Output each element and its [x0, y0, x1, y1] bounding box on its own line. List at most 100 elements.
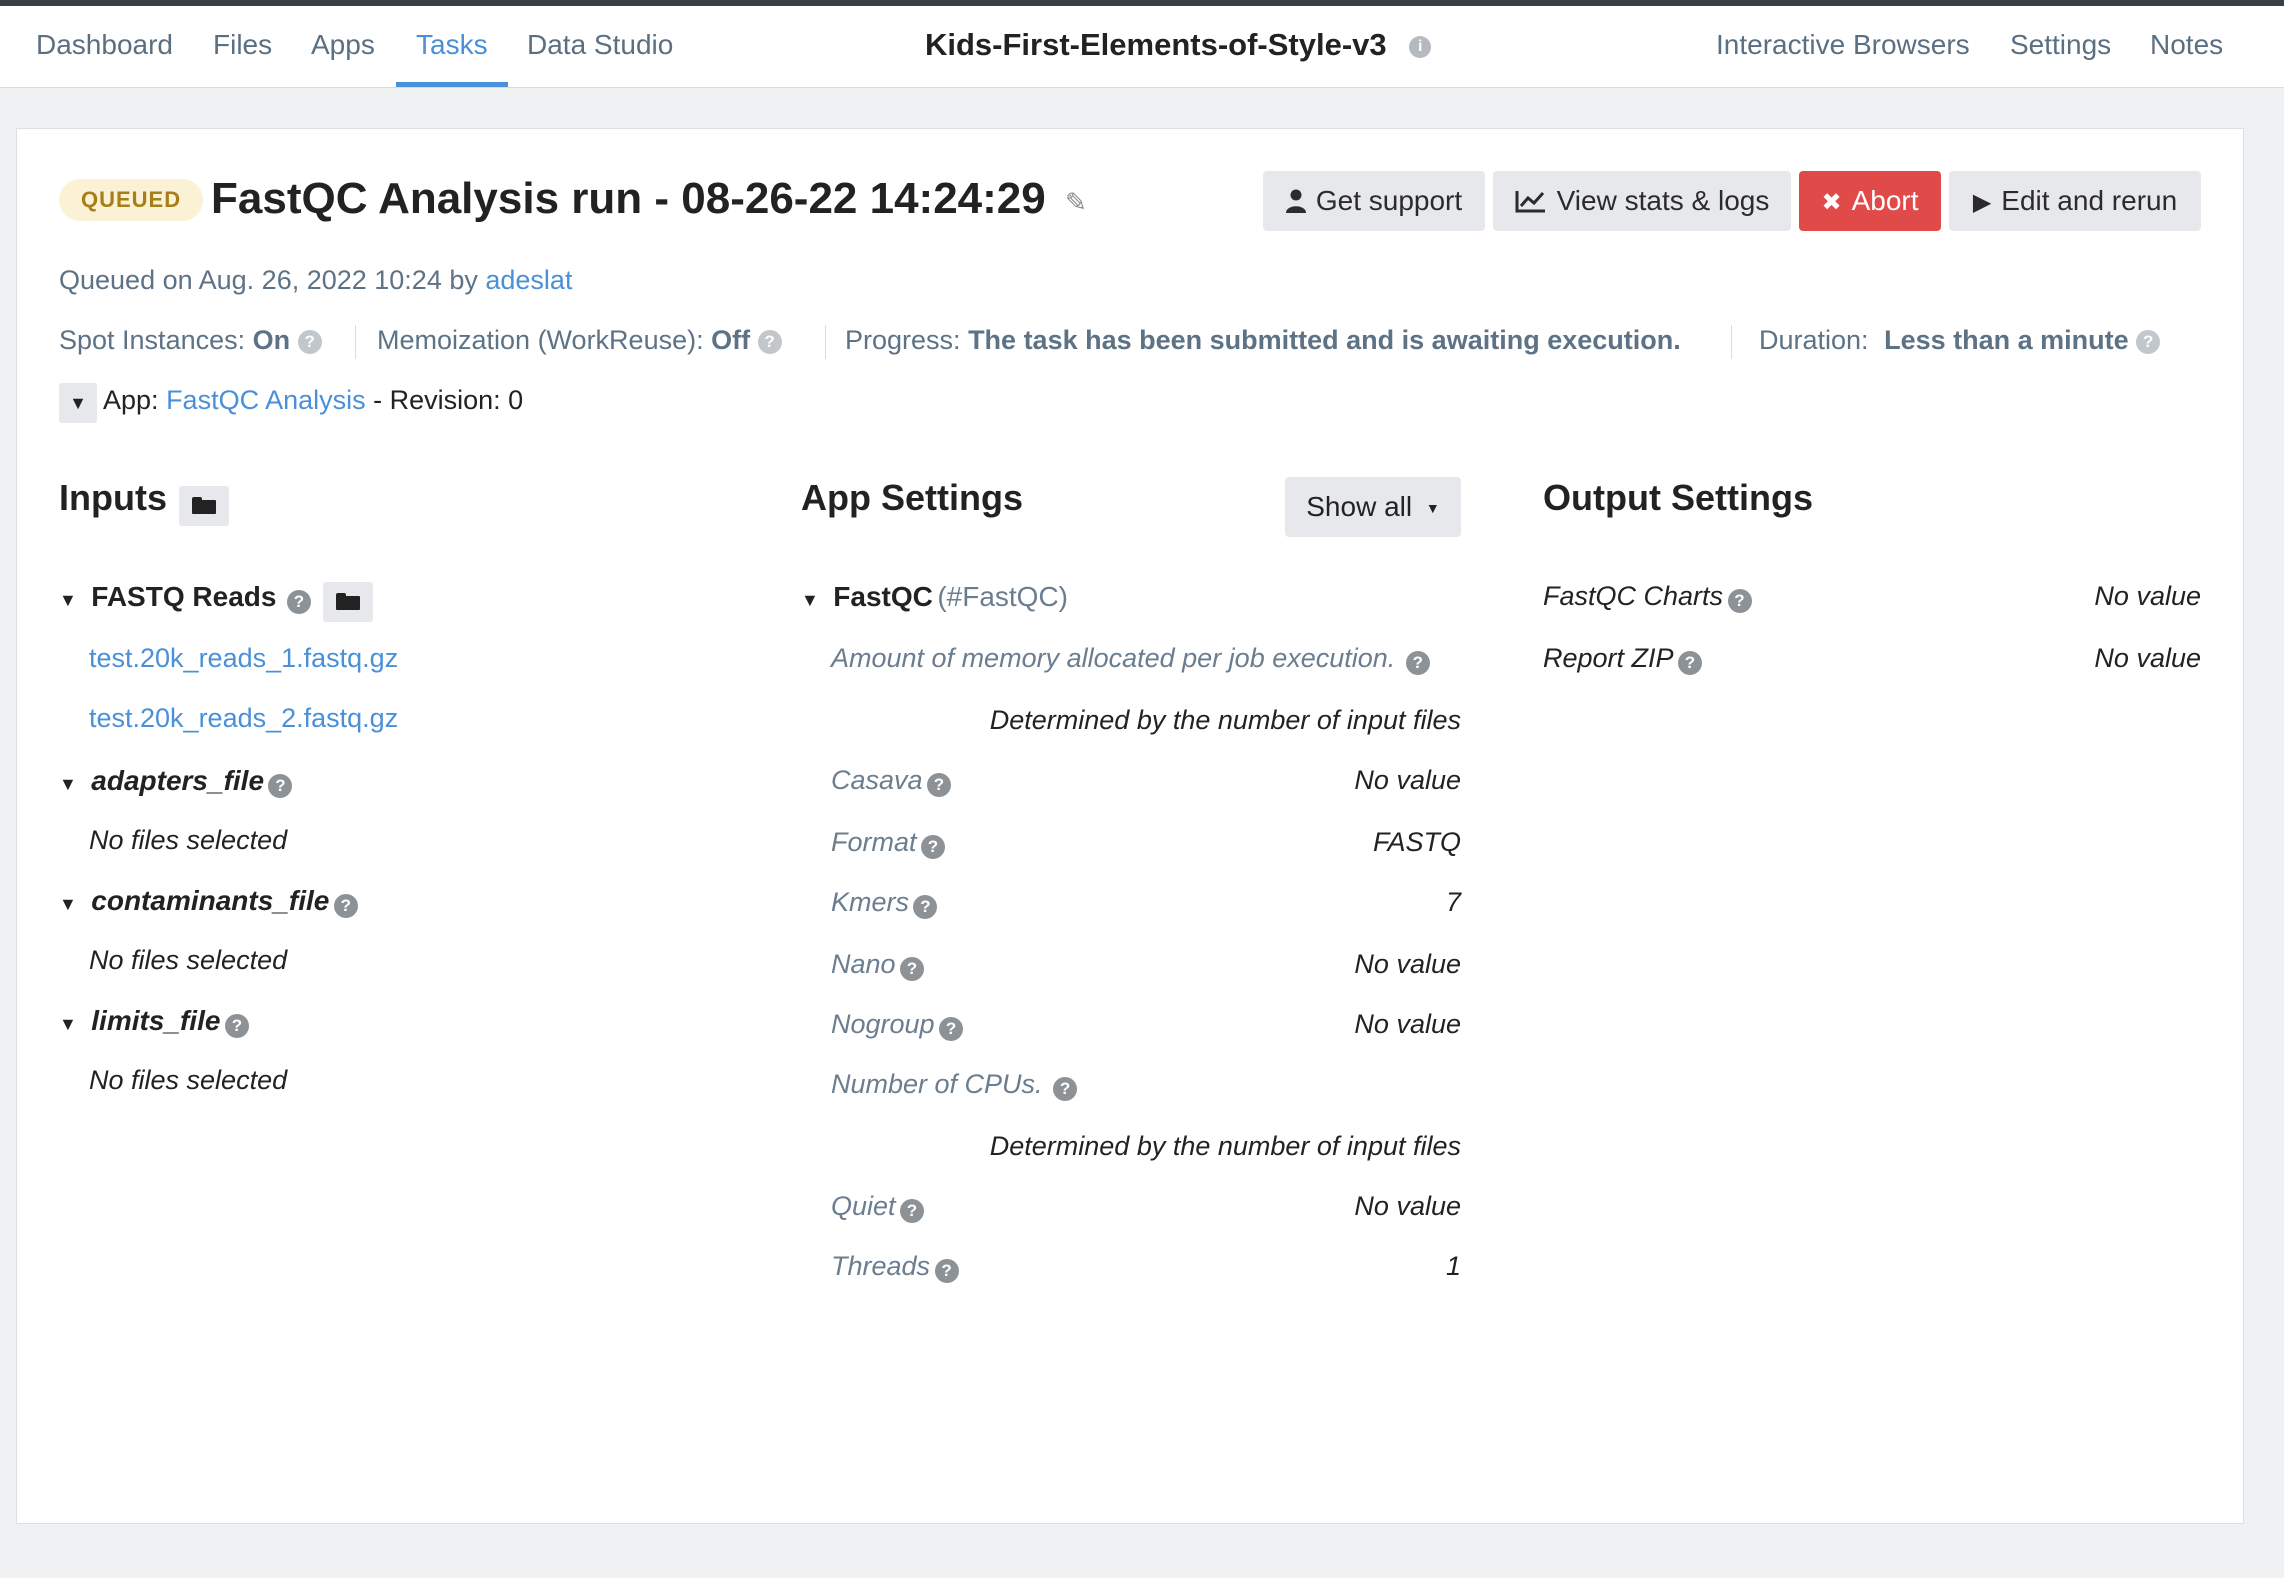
app-details-toggle[interactable]: ▼: [59, 383, 97, 423]
caret-down-icon[interactable]: ▼: [801, 590, 819, 611]
memo-help-icon[interactable]: ?: [757, 329, 782, 354]
setting-value: No value: [1354, 1191, 1461, 1221]
setting-row-quiet: Quiet ?: [831, 1191, 924, 1223]
edit-title-pencil-icon[interactable]: ✎: [1065, 187, 1087, 218]
app-settings-heading: App Settings: [801, 477, 1023, 518]
setting-row-format: Format ?: [831, 827, 945, 859]
threads-help-icon[interactable]: ?: [934, 1258, 959, 1283]
fastq-folder-button[interactable]: [323, 581, 374, 622]
duration-label: Duration:: [1759, 325, 1869, 355]
spot-value: On: [252, 325, 291, 355]
fastqc-charts-help-icon[interactable]: ?: [1727, 588, 1752, 613]
show-all-label: Show all: [1306, 491, 1413, 522]
close-icon: ✖: [1821, 189, 1842, 216]
caret-down-icon[interactable]: ▼: [59, 590, 77, 611]
status-badge: QUEUED: [59, 179, 204, 221]
fastq-reads-label: FASTQ Reads: [91, 581, 277, 612]
setting-label: Format: [831, 827, 917, 857]
memory-help-icon[interactable]: ?: [1405, 650, 1430, 675]
nav-data-studio[interactable]: Data Studio: [527, 6, 673, 88]
setting-value: No value: [1354, 949, 1461, 979]
folder-open-icon: [336, 593, 361, 611]
setting-row-casava: Casava ?: [831, 765, 951, 797]
setting-row-kmers: Kmers ?: [831, 887, 938, 919]
tool-name: FastQC: [833, 581, 933, 612]
input-file-link[interactable]: test.20k_reads_1.fastq.gz: [89, 643, 398, 674]
casava-help-icon[interactable]: ?: [927, 772, 951, 797]
setting-label: Threads: [831, 1251, 931, 1281]
output-settings-heading: Output Settings: [1543, 477, 1813, 518]
contaminants-empty-note: No files selected: [89, 945, 288, 975]
project-title-block: Kids-First-Elements-of-Style-v3 i: [925, 6, 1432, 88]
show-all-dropdown[interactable]: Show all ▼: [1285, 477, 1461, 537]
get-support-label: Get support: [1315, 185, 1463, 216]
tool-header: ▼ FastQC (#FastQC): [801, 581, 1068, 613]
spot-help-icon[interactable]: ?: [297, 329, 322, 354]
report-zip-help-icon[interactable]: ?: [1678, 650, 1702, 675]
nogroup-help-icon[interactable]: ?: [939, 1016, 964, 1041]
limits-empty-note: No files selected: [89, 1065, 288, 1095]
setting-row-nogroup: Nogroup ?: [831, 1009, 964, 1041]
app-info: App: FastQC Analysis - Revision: 0: [103, 385, 523, 416]
duration-value: Less than a minute: [1884, 325, 2129, 355]
memo-label: Memoization (WorkReuse):: [377, 325, 704, 355]
setting-row-threads: Threads ?: [831, 1251, 959, 1283]
caret-down-icon[interactable]: ▼: [59, 1014, 77, 1035]
spot-instances-info: Spot Instances: On ?: [59, 325, 322, 356]
nav-apps[interactable]: Apps: [311, 6, 375, 88]
duration-info: Duration: Less than a minute ?: [1759, 325, 2161, 356]
adapters-file-header: ▼ adapters_file ?: [59, 765, 293, 798]
get-support-button[interactable]: Get support: [1263, 171, 1485, 231]
fastq-help-icon[interactable]: ?: [286, 589, 311, 614]
duration-help-icon[interactable]: ?: [2136, 329, 2161, 354]
memory-value: Determined by the number of input files: [989, 705, 1461, 735]
memory-setting: Amount of memory allocated per job execu…: [831, 643, 1430, 675]
cpus-value: Determined by the number of input files: [989, 1131, 1461, 1161]
format-help-icon[interactable]: ?: [920, 834, 945, 859]
cpus-help-icon[interactable]: ?: [1053, 1076, 1078, 1101]
inputs-heading-block: Inputs: [59, 477, 230, 526]
nav-interactive-browsers[interactable]: Interactive Browsers: [1716, 6, 1970, 88]
limits-file-header: ▼ limits_file ?: [59, 1005, 249, 1038]
kmers-help-icon[interactable]: ?: [913, 894, 938, 919]
abort-button[interactable]: ✖ Abort: [1799, 171, 1941, 231]
app-revision: - Revision: 0: [373, 385, 524, 415]
caret-down-icon[interactable]: ▼: [59, 894, 77, 915]
app-name-link[interactable]: FastQC Analysis: [166, 385, 366, 415]
project-title: Kids-First-Elements-of-Style-v3: [925, 27, 1387, 62]
nav-dashboard[interactable]: Dashboard: [36, 6, 173, 88]
output-value: No value: [2094, 643, 2201, 673]
progress-value: The task has been submitted and is await…: [968, 325, 1681, 355]
meta-divider: [825, 325, 826, 359]
project-info-icon[interactable]: i: [1409, 35, 1432, 58]
fastq-reads-header: ▼ FASTQ Reads ?: [59, 581, 374, 622]
view-stats-logs-button[interactable]: View stats & logs: [1493, 171, 1791, 231]
input-file-link[interactable]: test.20k_reads_2.fastq.gz: [89, 703, 398, 734]
contaminants-file-label: contaminants_file: [91, 885, 330, 916]
nano-help-icon[interactable]: ?: [900, 956, 924, 981]
caret-down-icon[interactable]: ▼: [59, 774, 77, 795]
limits-help-icon[interactable]: ?: [224, 1013, 249, 1038]
adapters-help-icon[interactable]: ?: [268, 773, 293, 798]
nav-settings[interactable]: Settings: [2010, 6, 2111, 88]
limits-file-label: limits_file: [91, 1005, 221, 1036]
task-title: FastQC Analysis run - 08-26-22 14:24:29: [211, 174, 1046, 223]
tool-id: (#FastQC): [937, 581, 1068, 612]
meta-divider: [355, 325, 356, 359]
quiet-help-icon[interactable]: ?: [900, 1198, 924, 1223]
nav-tasks[interactable]: Tasks: [416, 6, 488, 88]
output-label: Report ZIP: [1543, 643, 1674, 673]
nav-files[interactable]: Files: [213, 6, 272, 88]
inputs-folder-button[interactable]: [179, 485, 230, 526]
edit-rerun-label: Edit and rerun: [2001, 185, 2178, 216]
caret-down-icon: ▼: [1425, 500, 1440, 516]
setting-label: Nano: [831, 949, 896, 979]
queued-prefix: Queued on Aug. 26, 2022 10:24 by: [59, 265, 478, 295]
spot-label: Spot Instances:: [59, 325, 246, 355]
edit-and-rerun-button[interactable]: ▶ Edit and rerun: [1949, 171, 2201, 231]
queued-user-link[interactable]: adeslat: [485, 265, 572, 295]
setting-label: Quiet: [831, 1191, 896, 1221]
nav-notes[interactable]: Notes: [2150, 6, 2223, 88]
contaminants-help-icon[interactable]: ?: [333, 893, 358, 918]
abort-label: Abort: [1851, 185, 1919, 216]
